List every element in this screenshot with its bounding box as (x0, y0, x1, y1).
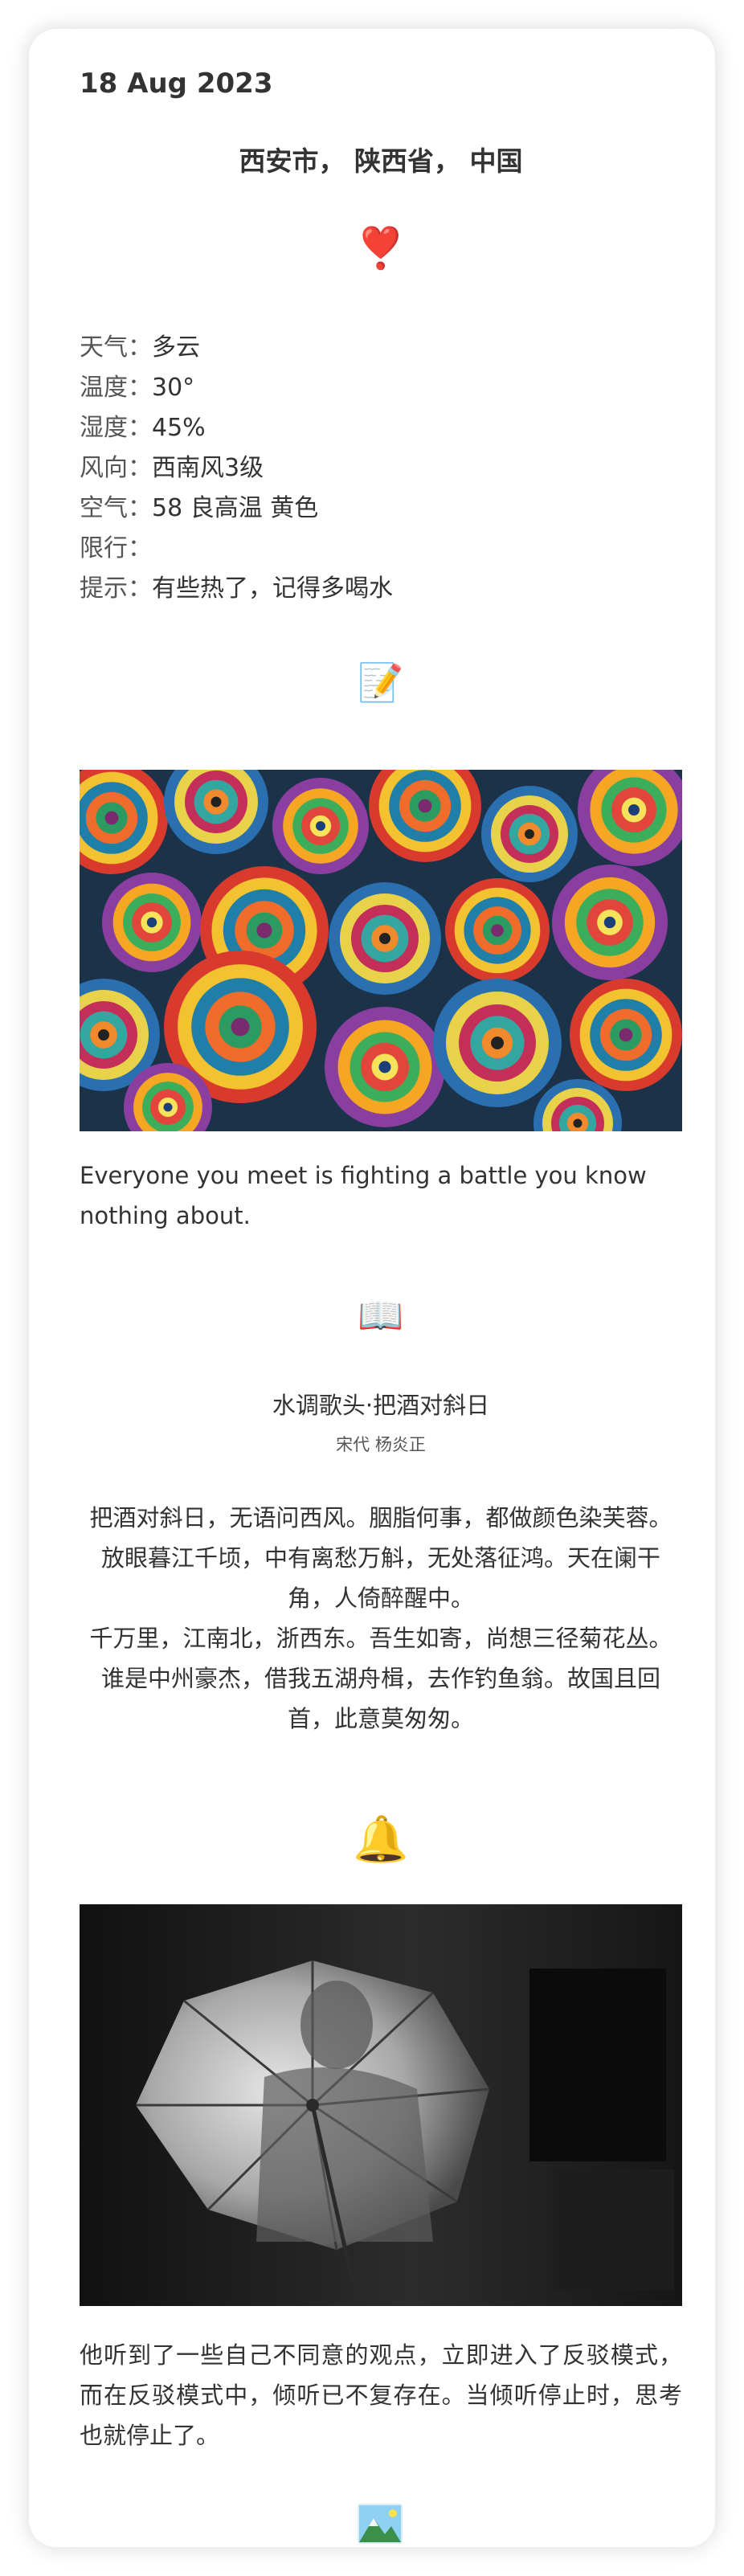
poem-body: 把酒对斜日，无语问西风。胭脂何事，都做颜色染芙蓉。放眼暮江千顷，中有离愁万斛，无… (80, 1498, 682, 1739)
english-quote: Everyone you meet is fighting a battle y… (80, 1162, 647, 1229)
weather-row-air: 空气：58 良高温 黄色 (80, 489, 682, 529)
weather-row-tip: 提示：有些热了，记得多喝水 (80, 569, 682, 609)
post-card: 18 Aug 2023 西安市， 陕西省， 中国 ❣️ 天气：多云 温度：30°… (29, 29, 715, 2547)
poem-author: 宋代 杨炎正 (336, 1435, 426, 1454)
heart-icon: ❣️ (355, 225, 407, 272)
weather-label: 温度： (80, 374, 152, 402)
location-title: 西安市， 陕西省， 中国 (239, 145, 523, 177)
weather-row-wind: 风向：西南风3级 (80, 448, 682, 489)
weather-row-restriction: 限行： (80, 529, 682, 569)
weather-row-humidity: 湿度：45% (80, 408, 682, 448)
bell-icon: 🔔 (353, 1813, 409, 1866)
landscape-picture-icon (358, 2504, 403, 2544)
weather-value: 30° (152, 374, 195, 402)
weather-value: 西南风3级 (152, 454, 264, 482)
weather-row-temperature: 温度：30° (80, 368, 682, 408)
chinese-quote: 他听到了一些自己不同意的观点，立即进入了反驳模式，而在反驳模式中，倾听已不复存在… (80, 2341, 682, 2449)
weather-label: 空气： (80, 494, 152, 522)
umbrella-silhouette-photo (80, 1904, 682, 2306)
weather-label: 湿度： (80, 414, 152, 442)
weather-label: 天气： (80, 333, 152, 362)
poem-stanza: 千万里，江南北，浙西东。吾生如寄，尚想三径菊花丛。谁是中州豪杰，借我五湖舟楫，去… (89, 1625, 672, 1732)
mandala-pattern-image (80, 770, 682, 1131)
weather-value: 45% (152, 414, 206, 442)
weather-row-condition: 天气：多云 (80, 328, 682, 368)
poem-stanza: 把酒对斜日，无语问西风。胭脂何事，都做颜色染芙蓉。放眼暮江千顷，中有离愁万斛，无… (89, 1504, 672, 1612)
weather-label: 提示： (80, 574, 152, 603)
post-date: 18 Aug 2023 (80, 67, 273, 100)
weather-value: 多云 (152, 333, 200, 362)
weather-info: 天气：多云 温度：30° 湿度：45% 风向：西南风3级 空气：58 良高温 黄… (80, 328, 682, 609)
weather-value: 有些热了，记得多喝水 (152, 574, 393, 603)
mandala-pattern-graphic (80, 770, 682, 1131)
weather-value: 58 良高温 黄色 (152, 494, 319, 522)
memo-icon: 📝 (358, 660, 404, 704)
book-icon: 📖 (358, 1294, 404, 1337)
weather-label: 限行： (80, 534, 152, 562)
poem-title: 水调歌头·把酒对斜日 (272, 1392, 490, 1419)
umbrella-photo-graphic (80, 1904, 682, 2306)
weather-label: 风向： (80, 454, 152, 482)
